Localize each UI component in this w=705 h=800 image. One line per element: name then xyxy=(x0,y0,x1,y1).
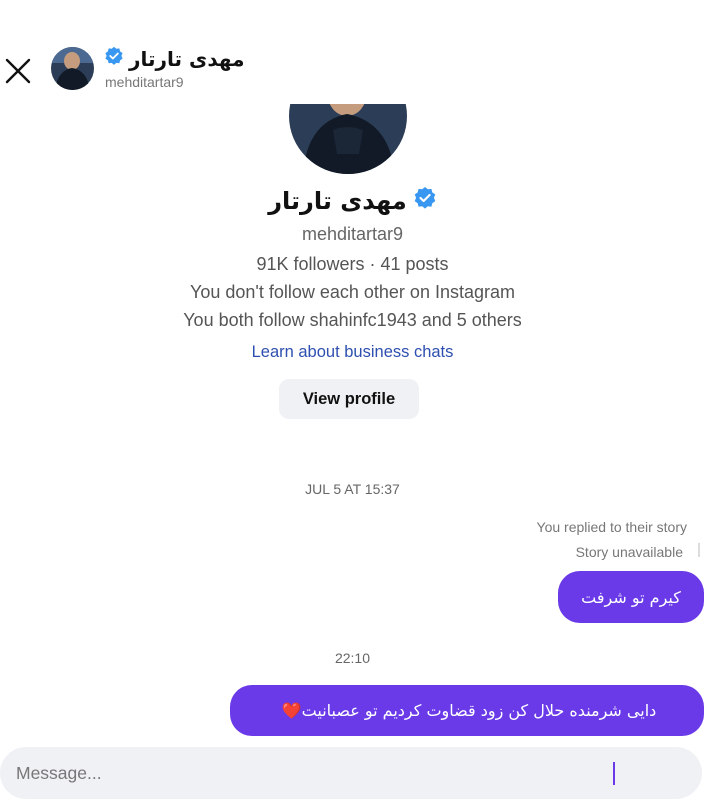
profile-stats: 91K followers · 41 posts xyxy=(256,254,449,274)
chat-header: مهدی تارتار mehditartar9 xyxy=(0,0,705,104)
timestamp: JUL 5 AT 15:37 xyxy=(305,481,400,497)
close-icon xyxy=(5,58,31,84)
timestamp: 22:10 xyxy=(334,650,371,666)
verified-badge-icon xyxy=(413,186,437,215)
mutual-followers[interactable]: You both follow shahinfc1943 and 5 other… xyxy=(0,310,705,331)
follow-status: You don't follow each other on Instagram xyxy=(190,282,515,302)
header-username: mehditartar9 xyxy=(105,74,184,90)
learn-business-chats-link[interactable]: Learn about business chats xyxy=(0,343,705,362)
message-input[interactable] xyxy=(16,747,596,799)
profile-username: mehditartar9 xyxy=(301,224,404,244)
profile-name: مهدی تارتار xyxy=(268,186,407,215)
close-button[interactable] xyxy=(2,52,34,84)
scrollbar[interactable] xyxy=(698,543,700,557)
verified-badge-icon xyxy=(104,46,124,71)
message-text: دایی شرمنده حلال کن زود قضاوت کردیم تو ع… xyxy=(301,701,657,720)
header-name-row[interactable]: مهدی تارتار xyxy=(104,46,245,71)
header-name: مهدی تارتار xyxy=(129,46,245,71)
view-profile-button[interactable]: View profile xyxy=(279,379,419,419)
text-cursor xyxy=(613,762,615,785)
message-bubble[interactable]: دایی شرمنده حلال کن زود قضاوت کردیم تو ع… xyxy=(230,685,704,736)
message-text: کیرم تو شرفت xyxy=(581,587,681,607)
message-composer[interactable] xyxy=(0,747,702,799)
header-avatar[interactable] xyxy=(51,47,94,90)
heart-emoji: ❤️ xyxy=(281,701,302,720)
story-reply-note: You replied to their story xyxy=(536,519,687,535)
story-status: Story unavailable xyxy=(575,544,683,560)
profile-name-row: مهدی تارتار xyxy=(0,186,705,215)
message-bubble[interactable]: کیرم تو شرفت xyxy=(558,571,704,623)
